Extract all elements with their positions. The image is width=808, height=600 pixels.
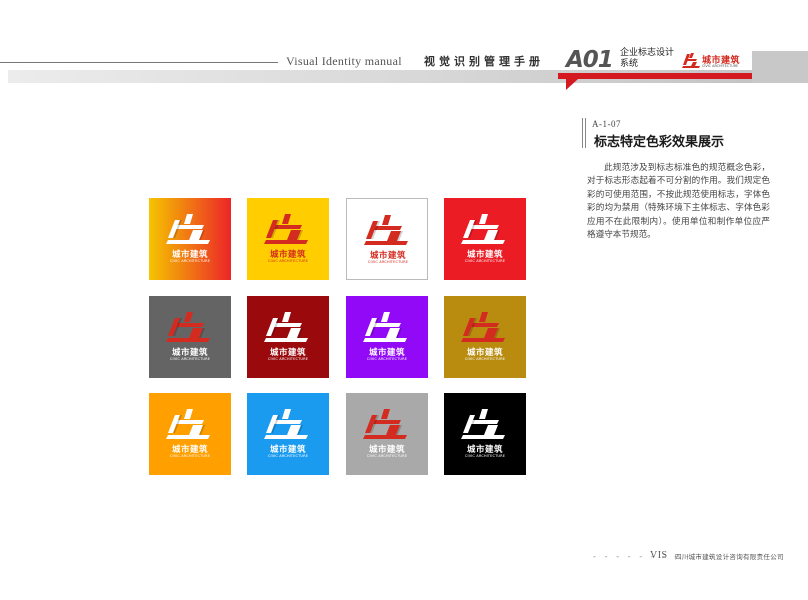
header-red-accent <box>566 79 578 90</box>
logo-text-en: CIVIC ARCHITECTURE <box>464 454 506 458</box>
manual-english-title: Visual Identity manual <box>286 54 402 68</box>
logo-text-en: CIVIC ARCHITECTURE <box>169 454 211 458</box>
section-title: 企业标志设计系统 <box>620 48 675 69</box>
logo-text-en: CIVIC ARCHITECTURE <box>464 357 506 361</box>
logo-text-en: CIVIC ARCHITECTURE <box>267 259 309 263</box>
footer-vis: VIS <box>650 550 668 561</box>
logo-text-en: CIVIC ARCHITECTURE <box>267 454 309 458</box>
logo-mark <box>264 312 308 342</box>
color-swatch: 城市建筑 CIVIC ARCHITECTURE <box>149 393 231 475</box>
color-swatch: 城市建筑 CIVIC ARCHITECTURE <box>247 296 329 378</box>
logo-mark <box>166 312 210 342</box>
page-title: 标志特定色彩效果展示 <box>594 135 725 150</box>
header-rule <box>0 62 278 63</box>
color-swatch: 城市建筑 CIVIC ARCHITECTURE <box>444 198 526 280</box>
color-swatch: 城市建筑 CIVIC ARCHITECTURE <box>444 393 526 475</box>
company-logo: 城市建筑 CIVIC ARCHITECTURE <box>681 51 747 71</box>
logo-mark <box>166 214 210 244</box>
logo-mark <box>264 409 308 439</box>
color-swatch: 城市建筑 CIVIC ARCHITECTURE <box>444 296 526 378</box>
logo-mark <box>363 312 407 342</box>
page-code: A-1-07 <box>592 119 621 129</box>
header-red-bar <box>558 73 752 79</box>
logo-text-en: CIVIC ARCHITECTURE <box>366 454 408 458</box>
logo-mark <box>461 409 505 439</box>
color-swatch: 城市建筑 CIVIC ARCHITECTURE <box>346 393 428 475</box>
logo-mark <box>166 409 210 439</box>
page-description: 此规范涉及到标志标准色的规范概念色彩，对于标志形态起着不可分割的作用。我们规定色… <box>587 163 770 241</box>
logo-text-en: CIVIC ARCHITECTURE <box>464 259 506 263</box>
color-swatch: 城市建筑 CIVIC ARCHITECTURE <box>247 198 329 280</box>
manual-chinese-title: 视觉识别管理手册 <box>424 55 544 68</box>
color-swatch: 城市建筑 CIVIC ARCHITECTURE <box>346 296 428 378</box>
logo-text-en: CIVIC ARCHITECTURE <box>169 259 211 263</box>
color-swatch: 城市建筑 CIVIC ARCHITECTURE <box>346 198 428 280</box>
company-logo-english: CIVIC ARCHITECTURE <box>702 64 739 68</box>
logo-text-en: CIVIC ARCHITECTURE <box>267 357 309 361</box>
logo-mark <box>264 214 308 244</box>
color-swatch: 城市建筑 CIVIC ARCHITECTURE <box>247 393 329 475</box>
color-swatch: 城市建筑 CIVIC ARCHITECTURE <box>149 296 231 378</box>
color-swatch: 城市建筑 CIVIC ARCHITECTURE <box>149 198 231 280</box>
logo-text-en: CIVIC ARCHITECTURE <box>366 357 408 361</box>
logo-text-en: CIVIC ARCHITECTURE <box>169 357 211 361</box>
header-gray-block <box>752 51 808 83</box>
logo-text-en: CIVIC ARCHITECTURE <box>367 260 409 264</box>
logo-mark <box>364 215 408 245</box>
logo-mark <box>363 409 407 439</box>
section-marker <box>582 118 586 148</box>
logo-mark <box>461 214 505 244</box>
logo-mark <box>461 312 505 342</box>
footer-company: 四川城市建筑设计咨询有限责任公司 <box>675 553 784 561</box>
